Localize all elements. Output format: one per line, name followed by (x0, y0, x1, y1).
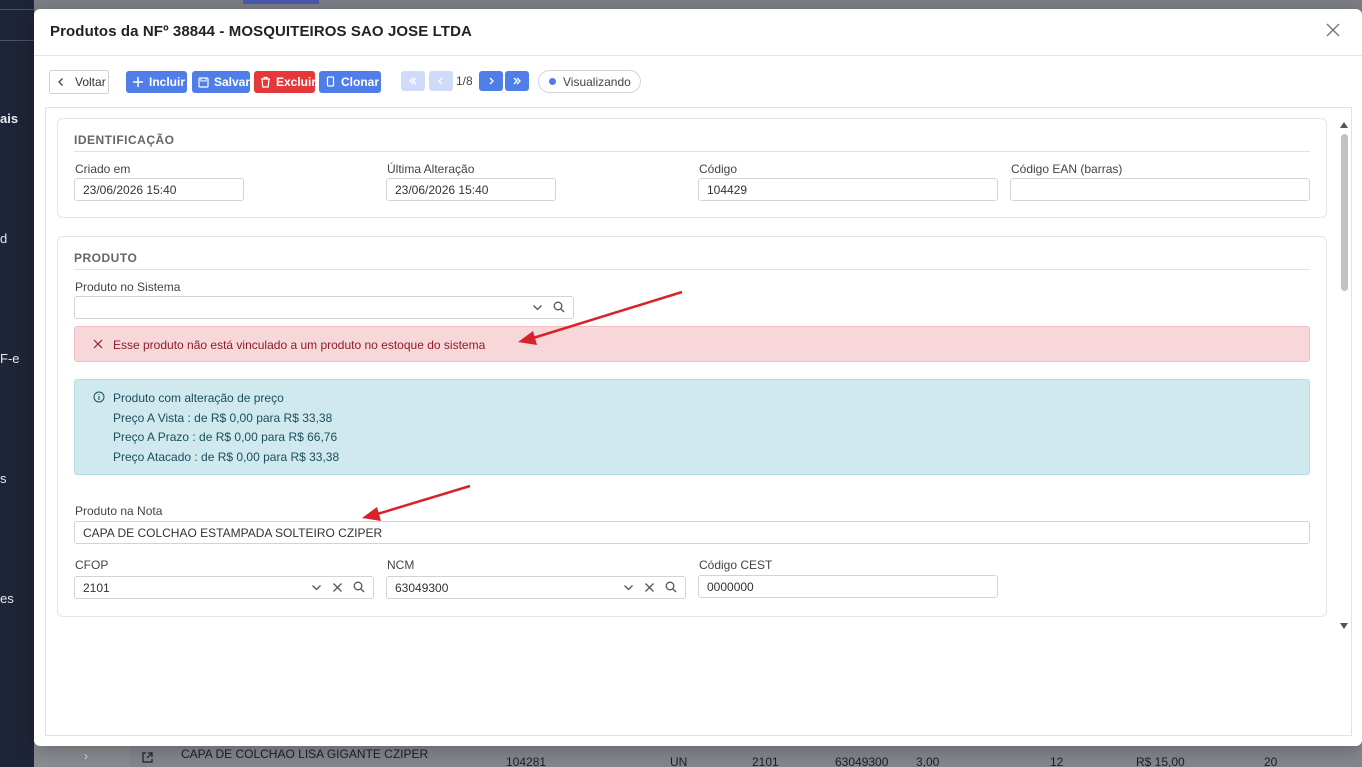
delete-button[interactable]: Excluir (254, 71, 317, 93)
cfop-cell: 2101 (752, 755, 779, 767)
sidebar-divider (0, 40, 34, 41)
qty-cell: 3,00 (916, 755, 940, 767)
status-dot (549, 78, 556, 85)
section-title: PRODUTO (74, 251, 138, 265)
unit-cell: UN (670, 755, 688, 767)
info-icon (93, 391, 105, 403)
not-linked-alert-text: Esse produto não está vinculado a um pro… (113, 338, 486, 352)
ncm-value: 63049300 (395, 581, 449, 595)
system-product-label: Produto no Sistema (75, 280, 181, 294)
sidebar-item-fragment[interactable]: d (0, 231, 7, 246)
chevron-right-icon[interactable]: › (84, 749, 88, 763)
external-link-icon[interactable] (142, 752, 153, 766)
sidebar-divider (0, 9, 34, 10)
scroll-down-arrow-icon[interactable] (1340, 623, 1348, 629)
search-icon[interactable] (665, 581, 677, 593)
scroll-thumb[interactable] (1341, 134, 1348, 291)
back-button-label: Voltar (75, 75, 106, 89)
last-cell: 20 (1264, 755, 1278, 767)
copy-icon (326, 76, 335, 87)
chevron-down-icon[interactable] (311, 582, 322, 593)
sidebar-item-fragment[interactable]: s (0, 471, 7, 486)
ncm-label: NCM (387, 558, 415, 572)
save-button-label: Salvar (214, 75, 251, 89)
floppy-disk-icon (198, 76, 209, 88)
modal-title: Produtos da NFº 38844 - MOSQUITEIROS SAO… (50, 23, 472, 40)
ean-label: Código EAN (barras) (1011, 162, 1123, 176)
search-icon[interactable] (353, 581, 365, 593)
cest-field[interactable]: 0000000 (698, 575, 998, 598)
cfop-select[interactable]: 2101 (74, 576, 374, 599)
product-name-cell: CAPA DE COLCHAO LISA GIGANTE CZIPER (181, 747, 429, 761)
chevron-right-icon (489, 77, 494, 85)
clone-button-label: Clonar (341, 75, 380, 89)
page-indicator: 1/8 (456, 74, 473, 88)
background-sidebar: ais d F-e s es (0, 0, 34, 767)
plus-icon (133, 77, 143, 87)
sidebar-item-fragment[interactable]: ais (0, 111, 18, 126)
not-linked-alert: Esse produto não está vinculado a um pro… (74, 326, 1310, 362)
clear-icon[interactable] (332, 582, 343, 593)
price-change-line: Preço Atacado : de R$ 0,00 para R$ 33,38 (113, 450, 340, 464)
modal-header: Produtos da NFº 38844 - MOSQUITEIROS SAO… (34, 9, 1362, 56)
next-page-button[interactable] (479, 71, 503, 91)
sidebar-item-fragment[interactable]: F-e (0, 351, 20, 366)
created-at-label: Criado em (75, 162, 131, 176)
close-icon (93, 339, 103, 349)
qty2-cell: 12 (1050, 755, 1064, 767)
add-button[interactable]: Incluir (126, 71, 187, 93)
price-cell: R$ 15,00 (1136, 755, 1185, 767)
created-at-field[interactable]: 23/06/2026 15:40 (74, 178, 244, 201)
chevron-down-icon[interactable] (623, 582, 634, 593)
scrollbar[interactable] (1337, 108, 1351, 638)
form-scroll-area[interactable]: IDENTIFICAÇÃO Criado em 23/06/2026 15:40… (45, 107, 1352, 736)
product-section: PRODUTO Produto no Sistema Esse produto … (57, 236, 1327, 617)
status-label: Visualizando (563, 74, 631, 89)
first-page-button[interactable] (401, 71, 425, 91)
ean-field[interactable] (1010, 178, 1310, 201)
background-tab-indicator (243, 0, 319, 4)
add-button-label: Incluir (149, 75, 186, 89)
last-change-field[interactable]: 23/06/2026 15:40 (386, 178, 556, 201)
delete-button-label: Excluir (276, 75, 317, 89)
save-button[interactable]: Salvar (192, 71, 250, 93)
chevron-down-icon[interactable] (532, 302, 543, 313)
price-change-line: Preço A Prazo : de R$ 0,00 para R$ 66,76 (113, 430, 338, 444)
scroll-up-arrow-icon[interactable] (1340, 122, 1348, 128)
cest-label: Código CEST (699, 558, 773, 572)
double-chevron-left-icon (409, 77, 417, 85)
previous-page-button[interactable] (429, 71, 453, 91)
invoice-product-field[interactable]: CAPA DE COLCHAO ESTAMPADA SOLTEIRO CZIPE… (74, 521, 1310, 544)
section-divider (74, 269, 1310, 270)
price-change-line: Preço A Vista : de R$ 0,00 para R$ 33,38 (113, 411, 333, 425)
cfop-value: 2101 (83, 581, 110, 595)
clone-button[interactable]: Clonar (319, 71, 381, 93)
trash-icon (261, 76, 270, 88)
section-divider (74, 151, 1310, 152)
price-change-alert: Produto com alteração de preço Preço A V… (74, 379, 1310, 475)
system-product-select[interactable] (74, 296, 574, 319)
double-chevron-right-icon (513, 77, 521, 85)
sidebar-item-fragment[interactable]: es (0, 591, 14, 606)
cfop-label: CFOP (75, 558, 109, 572)
code-cell: 104281 (506, 755, 547, 767)
close-icon[interactable] (1326, 23, 1342, 39)
identification-section: IDENTIFICAÇÃO Criado em 23/06/2026 15:40… (57, 118, 1327, 218)
ncm-cell: 63049300 (835, 755, 889, 767)
back-button[interactable]: Voltar (49, 70, 109, 94)
status-badge: Visualizando (538, 70, 641, 93)
search-icon[interactable] (553, 301, 565, 313)
clear-icon[interactable] (644, 582, 655, 593)
invoice-product-label: Produto na Nota (75, 504, 163, 518)
code-label: Código (699, 162, 738, 176)
product-modal: Produtos da NFº 38844 - MOSQUITEIROS SAO… (34, 9, 1362, 746)
last-change-label: Última Alteração (387, 162, 475, 176)
section-title: IDENTIFICAÇÃO (74, 133, 175, 147)
last-page-button[interactable] (505, 71, 529, 91)
ncm-select[interactable]: 63049300 (386, 576, 686, 599)
chevron-left-icon (438, 77, 443, 85)
code-field[interactable]: 104429 (698, 178, 998, 201)
price-change-title: Produto com alteração de preço (113, 391, 284, 405)
chevron-left-icon (58, 78, 63, 86)
